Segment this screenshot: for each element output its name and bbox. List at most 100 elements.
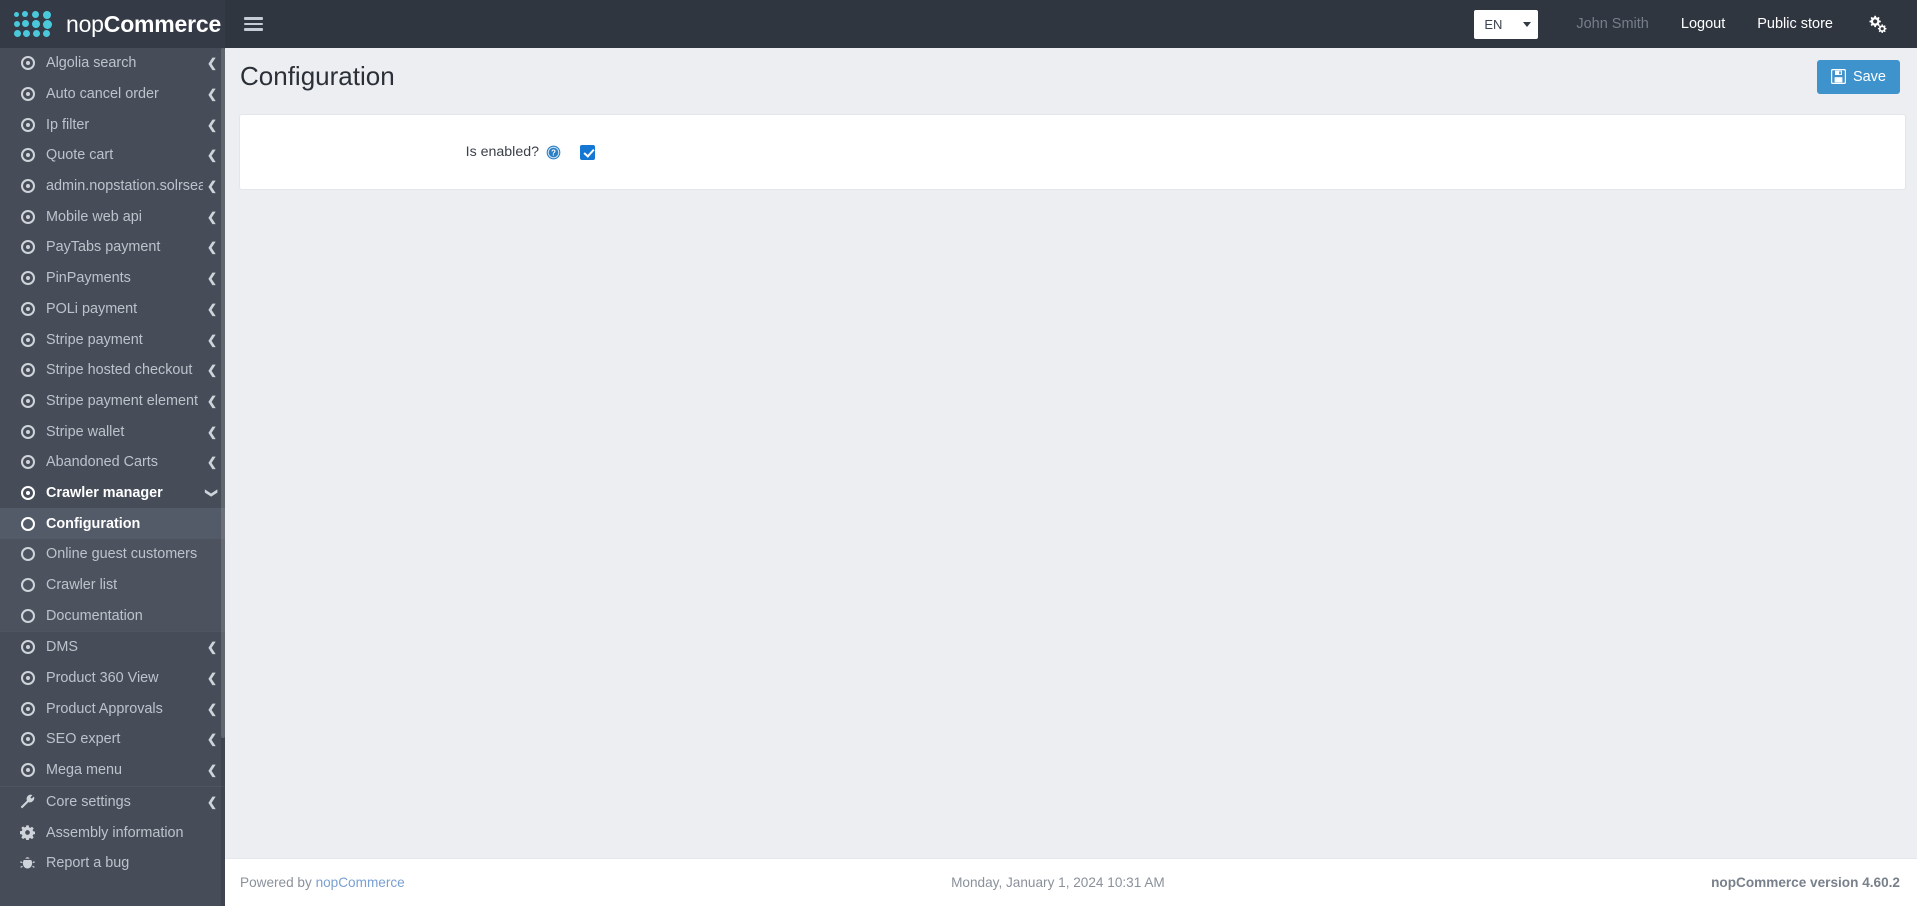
sidebar-item-dms[interactable]: DMS ❮ [0,632,225,663]
public-store-link[interactable]: Public store [1741,0,1849,48]
settings-button[interactable] [1849,15,1901,33]
sidebar-item-icon [18,424,37,439]
circle-dot-icon [20,640,35,655]
main-content: Configuration Save Is enabled? ? [225,48,1917,906]
current-user-name: John Smith [1576,16,1649,32]
circle-dot-icon [20,424,35,439]
sidebar-item-label: Documentation [46,607,143,624]
sidebar-item-label: Crawler list [46,577,118,594]
sidebar-item-icon [18,393,37,408]
sidebar-item-mobile-web-api[interactable]: Mobile web api ❮ [0,201,225,232]
sidebar-item-report-a-bug[interactable]: Report a bug [0,848,225,879]
sidebar-item-icon [18,240,37,255]
sidebar-item-assembly-information[interactable]: Assembly information [0,817,225,848]
sidebar-item-pinpayments[interactable]: PinPayments ❮ [0,263,225,294]
sidebar-item-label: Online guest customers [46,546,198,563]
sidebar-item-product-360-view[interactable]: Product 360 View ❮ [0,663,225,694]
form-control-column [570,144,595,160]
sidebar-item-label: Product 360 View [46,670,159,687]
circle-outline-icon [20,578,35,593]
sidebar-item-crawler-list[interactable]: Crawler list [0,570,225,601]
is-enabled-checkbox[interactable] [580,144,595,160]
sidebar-item-online-guest-customers[interactable]: Online guest customers [0,539,225,570]
hamburger-menu-icon [243,17,263,31]
sidebar-item-paytabs-payment[interactable]: PayTabs payment ❮ [0,232,225,263]
sidebar-item-label: admin.nopstation.solrsearch. [46,178,203,195]
sidebar-submenu-crawler-manager: Configuration Online guest customers Crawl… [0,508,225,632]
circle-dot-icon [20,671,35,686]
sidebar-item-abandoned-carts[interactable]: Abandoned Carts ❮ [0,447,225,478]
circle-dot-icon [20,763,35,778]
sidebar-item-label: PayTabs payment [46,239,161,256]
chevron-left-icon: ❮ [206,393,217,408]
form-label-column: Is enabled? ? [240,144,570,160]
brand-logo[interactable]: nopCommerce [0,0,225,48]
sidebar-item-algolia-search[interactable]: Algolia search ❮ [0,48,225,79]
navbar-spacer [281,0,1474,48]
sidebar-item-admin-nopstation-solrsearch[interactable]: admin.nopstation.solrsearch.❮ [0,171,225,202]
sidebar-item-icon [18,547,37,562]
sidebar-item-icon [18,485,37,500]
configuration-panel: Is enabled? ? [239,114,1906,190]
sidebar-item-stripe-wallet[interactable]: Stripe wallet ❮ [0,416,225,447]
sidebar-item-label: Configuration [46,515,141,532]
chevron-left-icon: ❮ [206,87,217,102]
brand-name-light: nop [66,10,104,37]
sidebar-item-quote-cart[interactable]: Quote cart ❮ [0,140,225,171]
chevron-left-icon: ❮ [206,794,217,809]
sidebar-item-label: Stripe wallet [46,423,125,440]
sidebar-item-configuration[interactable]: Configuration [0,508,225,539]
sidebar-item-icon [18,516,37,531]
sidebar-item-label: DMS [46,639,78,656]
circle-dot-icon [20,393,35,408]
sidebar-item-ip-filter[interactable]: Ip filter ❮ [0,109,225,140]
chevron-down-icon: ❯ [204,487,219,498]
sidebar-item-crawler-manager[interactable]: Crawler manager ❯ [0,478,225,509]
sidebar-item-icon [18,608,37,623]
question-circle-help-icon[interactable]: ? [546,145,561,160]
sidebar-item-label: Stripe hosted checkout [46,362,193,379]
sidebar-item-auto-cancel-order[interactable]: Auto cancel order ❮ [0,79,225,110]
circle-dot-icon [20,117,35,132]
sidebar-item-icon [18,701,37,716]
menu-toggle-button[interactable] [225,0,281,48]
sidebar-item-poli-payment[interactable]: POLi payment ❮ [0,294,225,325]
bug-icon [20,856,35,869]
footer-powered-by-prefix: Powered by [240,875,316,890]
sidebar-item-label: Product Approvals [46,700,163,717]
sidebar-item-icon [18,271,37,286]
chevron-left-icon: ❮ [206,671,217,686]
sidebar-item-stripe-payment[interactable]: Stripe payment ❮ [0,324,225,355]
chevron-left-icon: ❮ [206,455,217,470]
circle-dot-icon [20,179,35,194]
sidebar-item-stripe-hosted-checkout[interactable]: Stripe hosted checkout ❮ [0,355,225,386]
circle-dot-icon [20,455,35,470]
save-button[interactable]: Save [1816,59,1900,94]
sidebar-item-icon [18,455,37,470]
sidebar-item-mega-menu[interactable]: Mega menu ❮ [0,755,225,786]
sidebar-scrollbar-thumb[interactable] [221,48,225,738]
svg-text:?: ? [551,148,556,157]
sidebar-item-stripe-payment-element[interactable]: Stripe payment element ❮ [0,386,225,417]
sidebar-item-core-settings[interactable]: Core settings ❮ [0,787,225,818]
sidebar-item-label: Report a bug [46,855,130,872]
sidebar-item-documentation[interactable]: Documentation [0,600,225,631]
footer-nopcommerce-link[interactable]: nopCommerce [316,875,405,890]
sidebar-scrollbar[interactable] [221,48,225,906]
chevron-left-icon: ❮ [206,763,217,778]
sidebar-item-icon [18,117,37,132]
sidebar-item-seo-expert[interactable]: SEO expert ❮ [0,724,225,755]
page-footer: Powered by nopCommerce Monday, January 1… [225,858,1917,906]
brand-name: nopCommerce [66,11,221,38]
sidebar-item-product-approvals[interactable]: Product Approvals ❮ [0,693,225,724]
circle-dot-icon [20,363,35,378]
wrench-icon [20,794,35,809]
navbar-right-group: EN John Smith Logout Public store [1474,0,1917,48]
logout-link[interactable]: Logout [1665,0,1741,48]
sidebar-navigation[interactable]: Algolia search ❮ Auto cancel order ❮ Ip filt… [0,48,225,906]
page-header: Configuration Save [225,48,1917,105]
language-select[interactable]: EN [1474,9,1539,39]
circle-outline-icon [20,516,35,531]
chevron-left-icon: ❮ [206,56,217,71]
circle-dot-icon [20,301,35,316]
